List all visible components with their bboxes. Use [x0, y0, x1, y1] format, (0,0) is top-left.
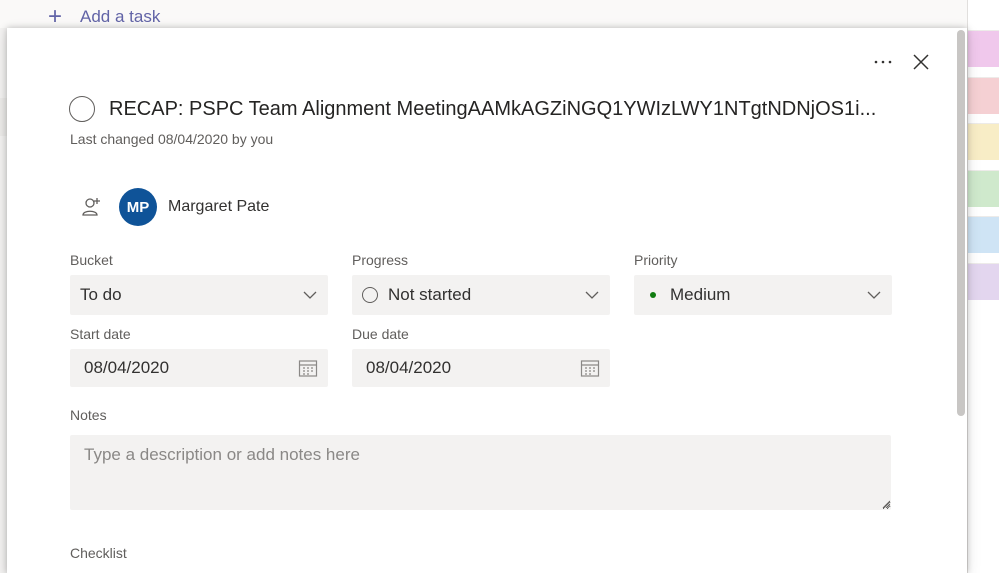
label-color-strip [968, 30, 999, 67]
complete-task-checkbox[interactable] [69, 96, 95, 122]
chevron-down-icon [303, 291, 317, 299]
priority-dropdown[interactable]: Medium [634, 275, 892, 315]
resize-grip-icon[interactable] [882, 500, 890, 508]
board-background: + Add a task [0, 0, 999, 30]
priority-value: Medium [670, 285, 731, 304]
priority-label: Priority [634, 252, 678, 268]
start-date-field[interactable]: 08/04/2020 [70, 349, 328, 387]
more-options-icon[interactable] [871, 50, 895, 74]
assignee-name: Margaret Pate [168, 198, 270, 215]
last-changed-text: Last changed 08/04/2020 by you [70, 131, 274, 147]
notes-textarea[interactable] [70, 435, 891, 510]
due-date-field[interactable]: 08/04/2020 [352, 349, 610, 387]
scrollbar-thumb[interactable] [957, 30, 965, 416]
bucket-label: Bucket [70, 252, 113, 268]
label-color-strip [968, 77, 999, 114]
start-date-value: 08/04/2020 [84, 358, 170, 377]
progress-label: Progress [352, 252, 409, 268]
avatar[interactable]: MP [119, 188, 157, 226]
label-color-strip [968, 123, 999, 160]
due-date-label: Due date [352, 326, 409, 342]
bucket-dropdown[interactable]: To do [70, 275, 328, 315]
close-icon[interactable] [909, 50, 933, 74]
checklist-label: Checklist [70, 545, 127, 561]
notes-label: Notes [70, 407, 107, 423]
task-title[interactable]: RECAP: PSPC Team Alignment MeetingAAMkAG… [109, 98, 876, 121]
assignment-row: MP Margaret Pate [79, 188, 269, 226]
due-date-value: 08/04/2020 [366, 358, 452, 377]
add-task-label: Add a task [80, 7, 161, 26]
chevron-down-icon [867, 291, 881, 299]
bucket-value: To do [80, 285, 122, 304]
priority-dot-icon [650, 292, 656, 298]
not-started-icon [362, 287, 378, 303]
add-task-button[interactable]: + Add a task [48, 3, 161, 30]
progress-dropdown[interactable]: Not started [352, 275, 610, 315]
assign-person-icon[interactable] [79, 195, 103, 219]
progress-value: Not started [388, 285, 472, 304]
chevron-down-icon [585, 291, 599, 299]
board-card-edge [0, 98, 7, 136]
label-color-strip [968, 216, 999, 253]
start-date-label: Start date [70, 326, 131, 342]
task-title-row: RECAP: PSPC Team Alignment MeetingAAMkAG… [69, 96, 876, 122]
plus-icon: + [48, 3, 63, 30]
label-color-strip [968, 263, 999, 300]
calendar-icon[interactable] [580, 358, 600, 378]
label-color-strip [968, 170, 999, 207]
calendar-icon[interactable] [298, 358, 318, 378]
task-details-dialog: RECAP: PSPC Team Alignment MeetingAAMkAG… [7, 28, 967, 573]
